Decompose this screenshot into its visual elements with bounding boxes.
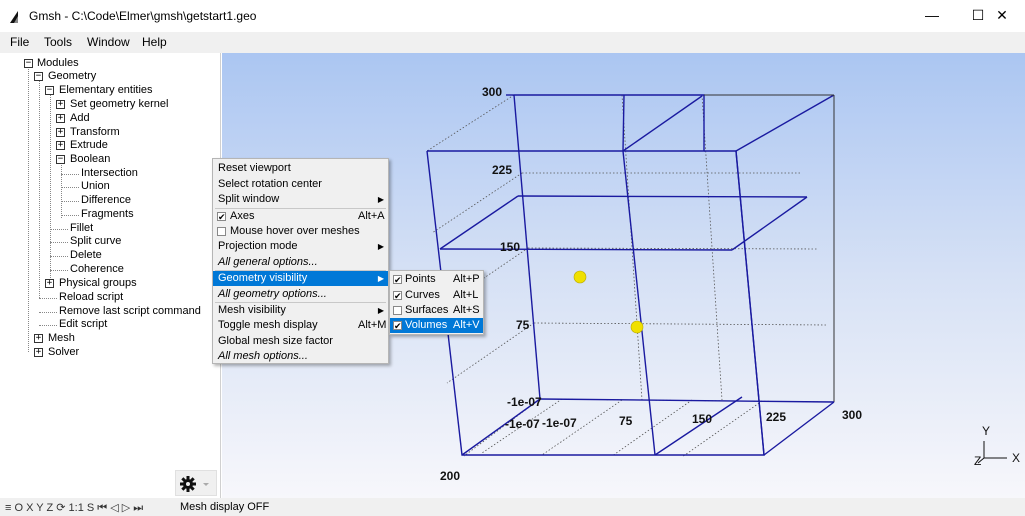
axis-label-x-300: 300: [842, 408, 862, 422]
submenu-item-curves[interactable]: ✔ Curves Alt+L: [390, 288, 483, 303]
menu-item-projection-mode[interactable]: Projection mode ▶: [213, 239, 388, 254]
axis-label-x-75: 75: [619, 414, 633, 428]
menu-item-geometry-visibility[interactable]: Geometry visibility ▶: [213, 271, 388, 286]
tree-item-add[interactable]: Add: [70, 112, 90, 125]
axis-label-300-top: 300: [482, 85, 502, 99]
axis-label-x-origin-1: -1e-07: [505, 417, 540, 431]
menu-item-mouse-hover[interactable]: Mouse hover over meshes: [213, 224, 388, 239]
tree-toggle-elementary[interactable]: −: [45, 86, 54, 95]
volumes-checkbox: ✔: [393, 321, 402, 331]
menu-item-mesh-visibility[interactable]: Mesh visibility ▶: [213, 303, 388, 318]
tree-item-fillet[interactable]: Fillet: [70, 222, 93, 235]
menu-file[interactable]: File: [10, 35, 29, 49]
axis-label-150: 150: [500, 240, 520, 254]
tree-toggle-physical-groups[interactable]: +: [45, 279, 54, 288]
tree-item-split-curve[interactable]: Split curve: [70, 235, 121, 248]
menu-item-global-mesh-size[interactable]: Global mesh size factor: [213, 334, 388, 349]
mouse-hover-checkbox: [217, 227, 226, 236]
points-checkbox: ✔: [393, 275, 402, 285]
tree-item-transform[interactable]: Transform: [70, 126, 120, 139]
menu-item-all-geometry-options[interactable]: All geometry options...: [213, 287, 388, 302]
curves-checkbox: ✔: [393, 291, 402, 301]
menu-item-toggle-mesh-display[interactable]: Toggle mesh display Alt+M: [213, 318, 388, 333]
tree-toggle-boolean[interactable]: −: [56, 155, 65, 164]
submenu-arrow-icon: ▶: [377, 306, 384, 315]
tree-toggle-geometry[interactable]: −: [34, 72, 43, 81]
axes-checkbox: ✔: [217, 212, 226, 222]
menu-bar: File Tools Window Help: [0, 32, 1025, 53]
tree-item-extrude[interactable]: Extrude: [70, 139, 108, 152]
tree-item-set-geometry-kernel[interactable]: Set geometry kernel: [70, 98, 168, 111]
tree-item-solver[interactable]: Solver: [48, 346, 79, 359]
axes-triad: [977, 441, 1007, 464]
submenu-item-volumes[interactable]: ✔ Volumes Alt+V: [390, 318, 483, 333]
menu-tools[interactable]: Tools: [44, 35, 72, 49]
status-bar: ≡ O X Y Z ⟳ 1:1 S ⏮ ◁ ▷ ⏭ Mesh display O…: [0, 498, 1025, 516]
tree-item-coherence[interactable]: Coherence: [70, 263, 124, 276]
tree-item-reload-script[interactable]: Reload script: [59, 291, 123, 304]
minimize-button[interactable]: —: [909, 4, 955, 28]
tree-toggle-mesh[interactable]: +: [34, 334, 43, 343]
surfaces-checkbox: [393, 306, 402, 315]
tree-item-modules[interactable]: Modules: [37, 57, 79, 70]
tree-item-boolean[interactable]: Boolean: [70, 153, 110, 166]
tree-toggle-transform[interactable]: +: [56, 128, 65, 137]
submenu-arrow-icon: ▶: [377, 195, 384, 204]
tree-item-mesh[interactable]: Mesh: [48, 332, 75, 345]
axis-label-z-200: 200: [440, 469, 460, 483]
tree-item-union[interactable]: Union: [81, 180, 110, 193]
menu-item-all-mesh-options[interactable]: All mesh options...: [213, 349, 388, 364]
module-tree: − Modules − Geometry − Elementary entiti…: [0, 53, 221, 498]
tree-toggle-extrude[interactable]: +: [56, 141, 65, 150]
menu-item-axes[interactable]: ✔ Axes Alt+A: [213, 209, 388, 224]
tree-item-elementary-entities[interactable]: Elementary entities: [59, 84, 153, 97]
geometry-visibility-submenu: ✔ Points Alt+P ✔ Curves Alt+L Surfaces Alt+S …: [389, 270, 484, 335]
triad-y-label: Y: [982, 424, 990, 438]
tree-item-difference[interactable]: Difference: [81, 194, 131, 207]
gear-icon: [180, 476, 209, 492]
axis-label-x-225: 225: [766, 410, 786, 424]
axis-label-x-150: 150: [692, 412, 712, 426]
viewport-context-menu: Reset viewport Select rotation center Sp…: [212, 158, 389, 364]
window-title: Gmsh - C:\Code\Elmer\gmsh\getstart1.geo: [29, 9, 257, 23]
submenu-arrow-icon: ▶: [377, 242, 384, 251]
submenu-item-points[interactable]: ✔ Points Alt+P: [390, 272, 483, 287]
settings-gear-button[interactable]: [175, 470, 217, 496]
status-toolbar-icons[interactable]: ≡ O X Y Z ⟳ 1:1 S ⏮ ◁ ▷ ⏭: [5, 501, 143, 515]
axis-label-225: 225: [492, 163, 512, 177]
tree-toggle-modules[interactable]: −: [24, 59, 33, 68]
tree-item-geometry[interactable]: Geometry: [48, 70, 96, 83]
tree-toggle-add[interactable]: +: [56, 114, 65, 123]
triad-z-label: Z: [974, 454, 981, 468]
tree-item-delete[interactable]: Delete: [70, 249, 102, 262]
menu-item-split-window[interactable]: Split window ▶: [213, 192, 388, 207]
submenu-arrow-icon: ▶: [377, 274, 384, 283]
axis-label-y-origin: -1e-07: [507, 395, 542, 409]
tree-item-edit-script[interactable]: Edit script: [59, 318, 107, 331]
menu-window[interactable]: Window: [87, 35, 130, 49]
gmsh-logo-icon: [10, 11, 18, 23]
title-bar: Gmsh - C:\Code\Elmer\gmsh\getstart1.geo …: [0, 0, 1025, 32]
tree-item-fragments[interactable]: Fragments: [81, 208, 134, 221]
tree-toggle-solver[interactable]: +: [34, 348, 43, 357]
tree-item-intersection[interactable]: Intersection: [81, 167, 138, 180]
submenu-item-surfaces[interactable]: Surfaces Alt+S: [390, 303, 483, 318]
axis-label-x-origin-2: -1e-07: [542, 416, 577, 430]
menu-item-select-rotation-center[interactable]: Select rotation center: [213, 177, 388, 192]
triad-x-label: X: [1012, 451, 1020, 465]
axis-label-75: 75: [516, 318, 530, 332]
menu-help[interactable]: Help: [142, 35, 167, 49]
tree-item-remove-last-command[interactable]: Remove last script command: [59, 305, 201, 318]
tree-toggle-kernel[interactable]: +: [56, 100, 65, 109]
status-message: Mesh display OFF: [180, 501, 270, 513]
menu-item-reset-viewport[interactable]: Reset viewport: [213, 161, 388, 176]
tree-item-physical-groups[interactable]: Physical groups: [59, 277, 137, 290]
close-button[interactable]: ✕: [979, 4, 1025, 28]
menu-item-all-general-options[interactable]: All general options...: [213, 255, 388, 270]
